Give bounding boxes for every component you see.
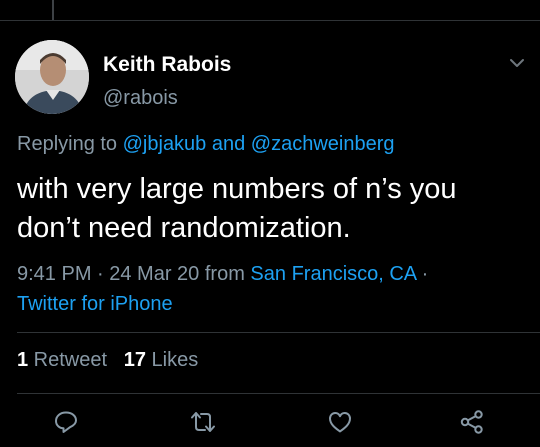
author-handle[interactable]: @rabois bbox=[103, 87, 178, 110]
retweets-count: 1 bbox=[17, 349, 29, 371]
meta-separator: · bbox=[416, 263, 429, 285]
tweet-location[interactable]: San Francisco, CA bbox=[250, 263, 416, 285]
likes-label: Likes bbox=[145, 349, 199, 371]
thread-connector-line bbox=[52, 0, 54, 20]
tweet-text: with very large numbers of n’s you don’t… bbox=[17, 173, 457, 244]
stats-top-divider bbox=[17, 332, 540, 333]
chevron-down-icon[interactable] bbox=[508, 56, 526, 70]
top-divider bbox=[0, 20, 540, 21]
replying-and[interactable]: and bbox=[206, 133, 250, 155]
share-icon[interactable] bbox=[459, 409, 485, 435]
likes-stat[interactable]: 17 Likes bbox=[124, 349, 199, 371]
tweet-meta: 9:41 PM · 24 Mar 20 from San Francisco, … bbox=[17, 259, 527, 319]
retweets-label: Retweet bbox=[28, 349, 108, 371]
actions-top-divider bbox=[17, 393, 540, 394]
avatar-image bbox=[15, 40, 89, 114]
heart-icon[interactable] bbox=[327, 409, 353, 435]
author-name[interactable]: Keith Rabois bbox=[103, 53, 231, 77]
reply-icon[interactable] bbox=[53, 409, 79, 435]
retweets-stat[interactable]: 1 Retweet bbox=[17, 349, 107, 371]
mention-zachweinberg[interactable]: @zachweinberg bbox=[251, 133, 395, 155]
tweet-stats: 1 Retweet 17 Likes bbox=[17, 349, 198, 372]
avatar[interactable] bbox=[15, 40, 89, 114]
tweet-client[interactable]: Twitter for iPhone bbox=[17, 293, 173, 315]
tweet-timestamp[interactable]: 9:41 PM · 24 Mar 20 from bbox=[17, 263, 250, 285]
likes-count: 17 bbox=[123, 349, 146, 371]
retweet-icon[interactable] bbox=[190, 409, 216, 435]
replying-prefix: Replying to bbox=[17, 133, 123, 155]
replying-to: Replying to @jbjakub and @zachweinberg bbox=[17, 133, 395, 156]
mention-jbjakub[interactable]: @jbjakub bbox=[123, 133, 207, 155]
